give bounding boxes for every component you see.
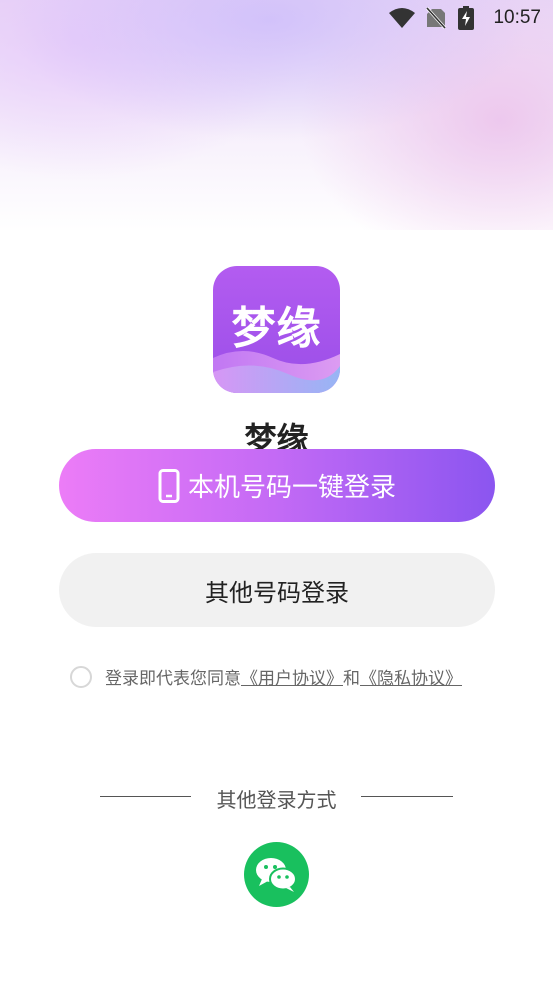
agreement-row: 登录即代表您同意 《用户协议》 和 《隐私协议》 [70,664,462,689]
divider-line-right [361,796,453,797]
privacy-policy-link[interactable]: 《隐私协议》 [360,664,462,689]
status-bar: 10:57 [0,0,553,38]
other-login-divider: 其他登录方式 [0,784,553,812]
other-login-title: 其他登录方式 [216,788,337,812]
other-number-login-button[interactable]: 其他号码登录 [59,553,495,627]
no-sim-icon [426,7,446,29]
one-click-login-button[interactable]: 本机号码一键登录 [59,449,495,522]
other-number-login-label: 其他号码登录 [205,578,349,607]
user-agreement-link[interactable]: 《用户协议》 [241,664,343,689]
one-click-login-label: 本机号码一键登录 [187,473,396,503]
status-time: 10:57 [493,7,541,28]
app-logo: 梦缘 [213,266,340,393]
app-logo-text: 梦缘 [231,303,322,354]
agreement-checkbox[interactable] [70,665,92,688]
battery-charging-icon [458,6,474,30]
wechat-icon [256,858,297,892]
phone-icon [158,468,180,503]
agreement-and: 和 [343,669,360,689]
agreement-prefix: 登录即代表您同意 [105,669,241,689]
wechat-login-button[interactable] [244,842,309,907]
wifi-icon [389,8,415,28]
